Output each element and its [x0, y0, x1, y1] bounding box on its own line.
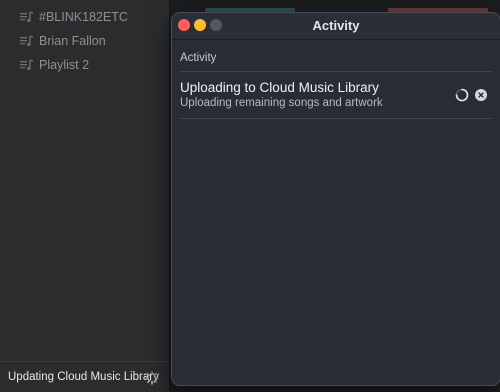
sidebar-item-brian-fallon[interactable]: Brian Fallon	[20, 31, 106, 51]
task-subtitle: Uploading remaining songs and artwork	[180, 97, 383, 109]
sidebar: #BLINK182ETC Brian Fallon Playlist 2 Upd…	[0, 0, 170, 392]
activity-window: Activity Activity Uploading to Cloud Mus…	[171, 12, 500, 386]
sidebar-status-bar[interactable]: Updating Cloud Music Library	[0, 361, 169, 392]
task-title: Uploading to Cloud Music Library	[180, 80, 379, 95]
sidebar-item-label: #BLINK182ETC	[39, 10, 128, 24]
divider	[180, 71, 492, 72]
cancel-task-button[interactable]	[475, 89, 487, 101]
progress-spinner-icon	[455, 88, 469, 102]
window-titlebar[interactable]: Activity	[172, 13, 500, 40]
sidebar-item-playlist-2[interactable]: Playlist 2	[20, 55, 89, 75]
sidebar-item-label: Brian Fallon	[39, 34, 106, 48]
sidebar-item-label: Playlist 2	[39, 58, 90, 72]
playlist-icon	[20, 10, 34, 24]
status-text: Updating Cloud Music Library	[8, 371, 159, 383]
section-label: Activity	[180, 52, 217, 64]
close-icon	[478, 92, 484, 98]
divider	[180, 118, 492, 119]
window-title: Activity	[312, 18, 360, 33]
sidebar-item-blink182etc[interactable]: #BLINK182ETC	[20, 7, 128, 27]
playlist-icon	[20, 58, 34, 72]
playlist-icon	[20, 34, 34, 48]
spinner-icon	[145, 371, 159, 385]
